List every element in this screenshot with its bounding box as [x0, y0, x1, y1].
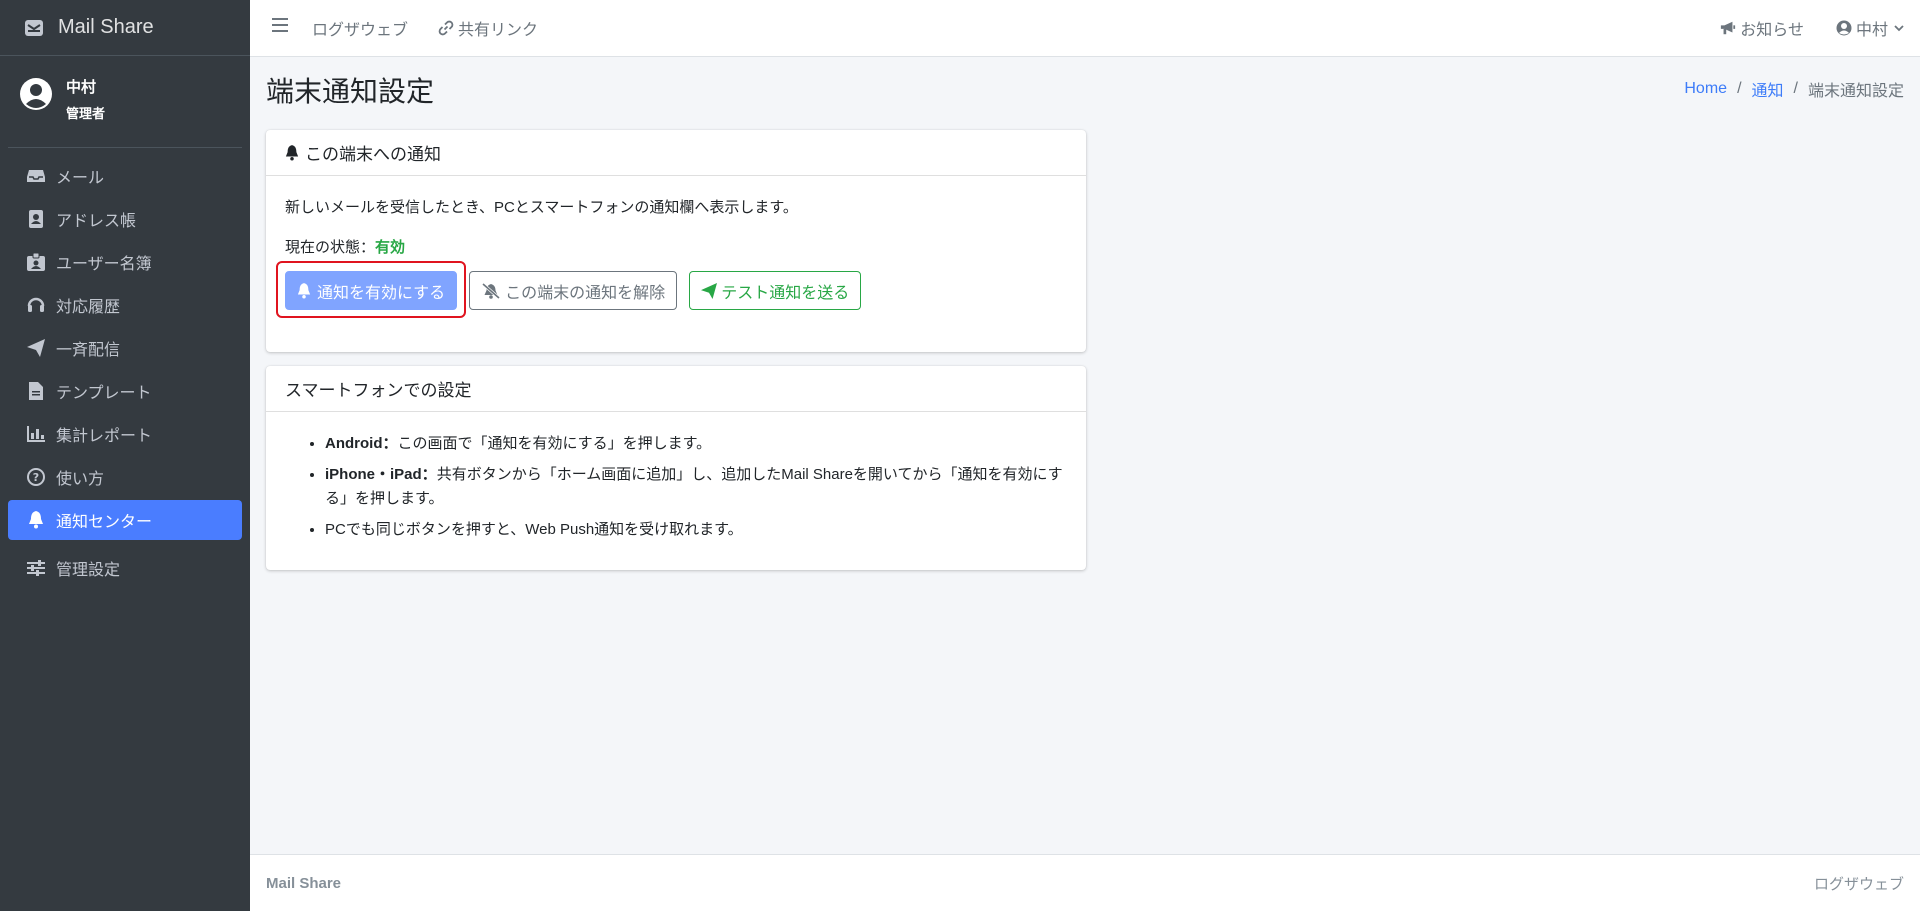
nav-link-label: 共有リンク: [458, 22, 539, 39]
button-label: テスト通知を送る: [721, 284, 850, 302]
id-badge-icon: [26, 252, 46, 272]
sidebar: Mail Share 中村 管理者 メール アドレス帳 ユーザー名簿 対応履歴: [0, 0, 250, 911]
user-panel[interactable]: 中村 管理者: [8, 56, 242, 148]
sidebar-item-label: テンプレート: [56, 385, 152, 402]
sidebar-item-label: 管理設定: [56, 562, 121, 579]
nav-link-shared-link[interactable]: 共有リンク: [438, 16, 538, 40]
sidebar-item-label: メール: [56, 170, 105, 187]
sidebar-nav: メール アドレス帳 ユーザー名簿 対応履歴 一斉配信 テンプレート 集計レポート…: [0, 148, 250, 588]
sidebar-item-admin-settings[interactable]: 管理設定: [8, 548, 242, 588]
list-item: Android：この画面で「通知を有効にする」を押します。: [325, 432, 1067, 456]
footer-brand: Mail Share: [266, 874, 342, 892]
sidebar-item-label: 通知センター: [56, 514, 153, 531]
paper-plane-icon: [701, 282, 718, 299]
state-label: 現在の状態：: [285, 239, 376, 256]
page-title: 端末通知設定: [266, 76, 435, 107]
paper-plane-icon: [26, 338, 46, 358]
list-item-title: Android：: [325, 435, 398, 452]
headset-icon: [26, 295, 46, 315]
user-role: 管理者: [66, 105, 106, 121]
enable-notification-button[interactable]: 通知を有効にする: [285, 271, 458, 310]
send-test-notification-button[interactable]: テスト通知を送る: [689, 271, 862, 310]
sidebar-item-address-book[interactable]: アドレス帳: [8, 199, 242, 239]
breadcrumb-separator: /: [1793, 80, 1798, 97]
address-book-icon: [26, 209, 46, 229]
sidebar-item-user-list[interactable]: ユーザー名簿: [8, 242, 242, 282]
svg-text:?: ?: [33, 471, 39, 484]
notices-label: お知らせ: [1740, 22, 1804, 39]
file-icon: [26, 381, 46, 401]
sidebar-item-label: 使い方: [56, 471, 105, 488]
question-circle-icon: ?: [26, 467, 46, 487]
list-item-text: この画面で「通知を有効にする」を押します。: [397, 435, 712, 452]
bell-icon: [285, 144, 301, 161]
sidebar-item-templates[interactable]: テンプレート: [8, 371, 242, 411]
button-label: この端末の通知を解除: [505, 284, 666, 302]
user-menu-label: 中村: [1855, 22, 1888, 39]
sidebar-item-broadcast[interactable]: 一斉配信: [8, 328, 242, 368]
bell-slash-icon: [481, 282, 501, 299]
link-icon: [438, 20, 454, 36]
device-notification-card: この端末への通知 新しいメールを受信したとき、PCとスマートフォンの通知欄へ表示…: [266, 130, 1086, 352]
notices-link[interactable]: お知らせ: [1720, 16, 1804, 40]
card-header: この端末への通知: [266, 130, 1086, 176]
breadcrumb-current: 端末通知設定: [1807, 83, 1904, 100]
sidebar-item-label: ユーザー名簿: [56, 256, 152, 273]
list-item: PCでも同じボタンを押すと、Web Push通知を受け取れます。: [325, 518, 1067, 542]
card-header: スマートフォンでの設定: [266, 366, 1086, 412]
chevron-down-icon: [1894, 24, 1904, 32]
disable-notification-button[interactable]: この端末の通知を解除: [469, 271, 678, 310]
footer: Mail Share ログザウェブ: [250, 854, 1920, 911]
sidebar-item-notification-center[interactable]: 通知センター: [8, 500, 242, 540]
sidebar-item-help[interactable]: ? 使い方: [8, 457, 242, 497]
sidebar-item-history[interactable]: 対応履歴: [8, 285, 242, 325]
sliders-icon: [26, 558, 46, 578]
sidebar-item-label: アドレス帳: [56, 213, 137, 230]
bell-icon: [26, 510, 46, 530]
card-title: スマートフォンでの設定: [285, 381, 472, 400]
breadcrumb: Home / 通知 / 端末通知設定: [1684, 77, 1904, 101]
bullhorn-icon: [1720, 20, 1736, 36]
footer-link[interactable]: ログザウェブ: [1814, 873, 1904, 894]
nav-link-logzaweb[interactable]: ログザウェブ: [312, 16, 408, 40]
hamburger-menu-icon[interactable]: [272, 18, 292, 38]
breadcrumb-home[interactable]: Home: [1684, 80, 1727, 98]
user-circle-icon: [1836, 20, 1852, 36]
breadcrumb-notifications[interactable]: 通知: [1752, 77, 1784, 101]
sidebar-item-label: 一斉配信: [56, 342, 121, 359]
sidebar-item-label: 集計レポート: [56, 428, 153, 445]
top-navbar: ログザウェブ 共有リンク お知らせ 中村: [250, 0, 1920, 57]
user-menu[interactable]: 中村: [1836, 16, 1904, 40]
list-item: iPhone・iPad：共有ボタンから「ホーム画面に追加」し、追加したMail …: [325, 463, 1067, 511]
user-name: 中村: [66, 78, 97, 96]
mail-bulk-icon: [22, 16, 46, 40]
sidebar-item-label: 対応履歴: [56, 299, 121, 316]
card-title: この端末への通知: [305, 145, 441, 164]
bell-icon: [297, 282, 313, 299]
list-item-title: iPhone・iPad：: [325, 466, 437, 483]
notification-description: 新しいメールを受信したとき、PCとスマートフォンの通知欄へ表示します。: [285, 199, 798, 216]
button-label: 通知を有効にする: [317, 284, 446, 302]
action-buttons: 通知を有効にする この端末の通知を解除 テスト通知を送る: [276, 261, 1067, 318]
content-wrapper: 端末通知設定 Home / 通知 / 端末通知設定 この端末への通知 新しいメー…: [250, 57, 1920, 854]
brand-text: Mail Share: [58, 16, 154, 38]
sidebar-item-mail[interactable]: メール: [8, 156, 242, 196]
smartphone-setup-card: スマートフォンでの設定 Android：この画面で「通知を有効にする」を押します…: [266, 366, 1086, 570]
inbox-icon: [26, 166, 46, 186]
user-avatar-icon: [20, 78, 52, 110]
notification-state: 現在の状態：有効: [285, 236, 1067, 257]
sidebar-item-reports[interactable]: 集計レポート: [8, 414, 242, 454]
setup-instructions: Android：この画面で「通知を有効にする」を押します。 iPhone・iPa…: [285, 432, 1067, 542]
brand-link[interactable]: Mail Share: [0, 0, 250, 56]
list-item-text: PCでも同じボタンを押すと、Web Push通知を受け取れます。: [325, 521, 743, 538]
bar-chart-icon: [26, 424, 46, 444]
breadcrumb-separator: /: [1737, 80, 1742, 97]
state-value: 有効: [375, 239, 406, 256]
